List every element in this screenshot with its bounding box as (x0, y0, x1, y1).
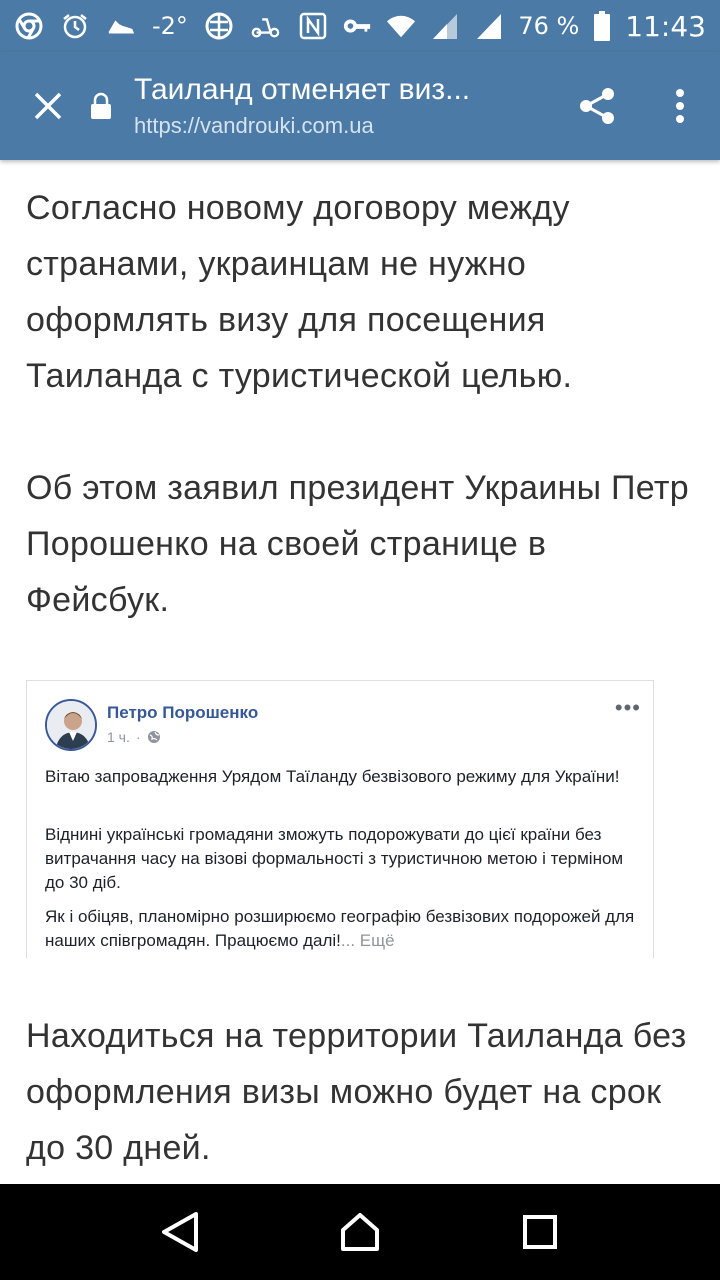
weather-icon (204, 11, 234, 41)
article-content[interactable]: Согласно новому договору между странами,… (0, 160, 720, 1184)
page-title-block[interactable]: Таиланд отменяет виз... https://vandrouk… (130, 73, 554, 139)
signal-icon (430, 11, 460, 41)
page-url: https://vandrouki.com.ua (134, 113, 374, 138)
see-more-link[interactable]: ... Ещё (341, 931, 395, 950)
post-text: Як і обіцяв, планомірно розширюємо геогр… (45, 905, 635, 953)
shoe-icon (106, 11, 136, 41)
nfc-icon (298, 11, 328, 41)
navigation-bar (0, 1184, 720, 1280)
post-meta: 1 ч. · (107, 729, 161, 745)
status-bar-left: -2° (14, 11, 298, 41)
avatar[interactable] (45, 699, 97, 751)
signal-icon (474, 11, 504, 41)
more-vert-icon (676, 89, 684, 123)
status-bar: -2° 76 % 11:43 (0, 0, 720, 52)
share-icon (580, 88, 614, 124)
key-icon (342, 11, 372, 41)
article-paragraph: Находиться на территории Таиланда без оф… (26, 1017, 687, 1167)
post-text: Вітаю запровадження Урядом Таїланду безв… (45, 767, 620, 786)
alarm-icon (60, 11, 90, 41)
temperature: -2° (152, 12, 188, 40)
globe-icon (147, 731, 160, 743)
battery-icon (593, 11, 611, 41)
separator: · (135, 729, 141, 745)
status-bar-right: 76 % 11:43 (298, 10, 706, 43)
post-options-button[interactable]: ••• (615, 695, 641, 721)
recents-button[interactable] (495, 1187, 585, 1277)
home-icon (341, 1213, 379, 1251)
back-button[interactable] (135, 1187, 225, 1277)
recents-icon (523, 1215, 557, 1249)
share-button[interactable] (554, 52, 640, 160)
battery-percent: 76 % (518, 12, 580, 40)
close-icon (34, 92, 62, 120)
article-paragraph: Согласно новому договору между странами,… (26, 189, 573, 395)
wifi-icon (386, 11, 416, 41)
facebook-post-embed[interactable]: Петро Порошенко 1 ч. · ••• Вітаю запрова… (26, 680, 654, 958)
more-menu-button[interactable] (640, 52, 720, 160)
browser-toolbar: Таиланд отменяет виз... https://vandrouk… (0, 52, 720, 160)
post-text-content: Як і обіцяв, планомірно розширюємо геогр… (45, 907, 635, 950)
home-button[interactable] (315, 1187, 405, 1277)
close-button[interactable] (0, 52, 96, 160)
page-title: Таиланд отменяет виз... (134, 73, 471, 106)
lock-icon[interactable] (90, 52, 130, 160)
back-icon (162, 1212, 198, 1252)
clock: 11:43 (625, 9, 706, 43)
scooter-icon (250, 11, 280, 41)
article-paragraph: Об этом заявил президент Украины Петр По… (26, 469, 689, 619)
post-text: Віднині українські громадяни зможуть под… (45, 825, 624, 892)
post-time[interactable]: 1 ч. (107, 729, 130, 745)
post-author[interactable]: Петро Порошенко (107, 703, 258, 723)
chrome-icon (14, 11, 44, 41)
